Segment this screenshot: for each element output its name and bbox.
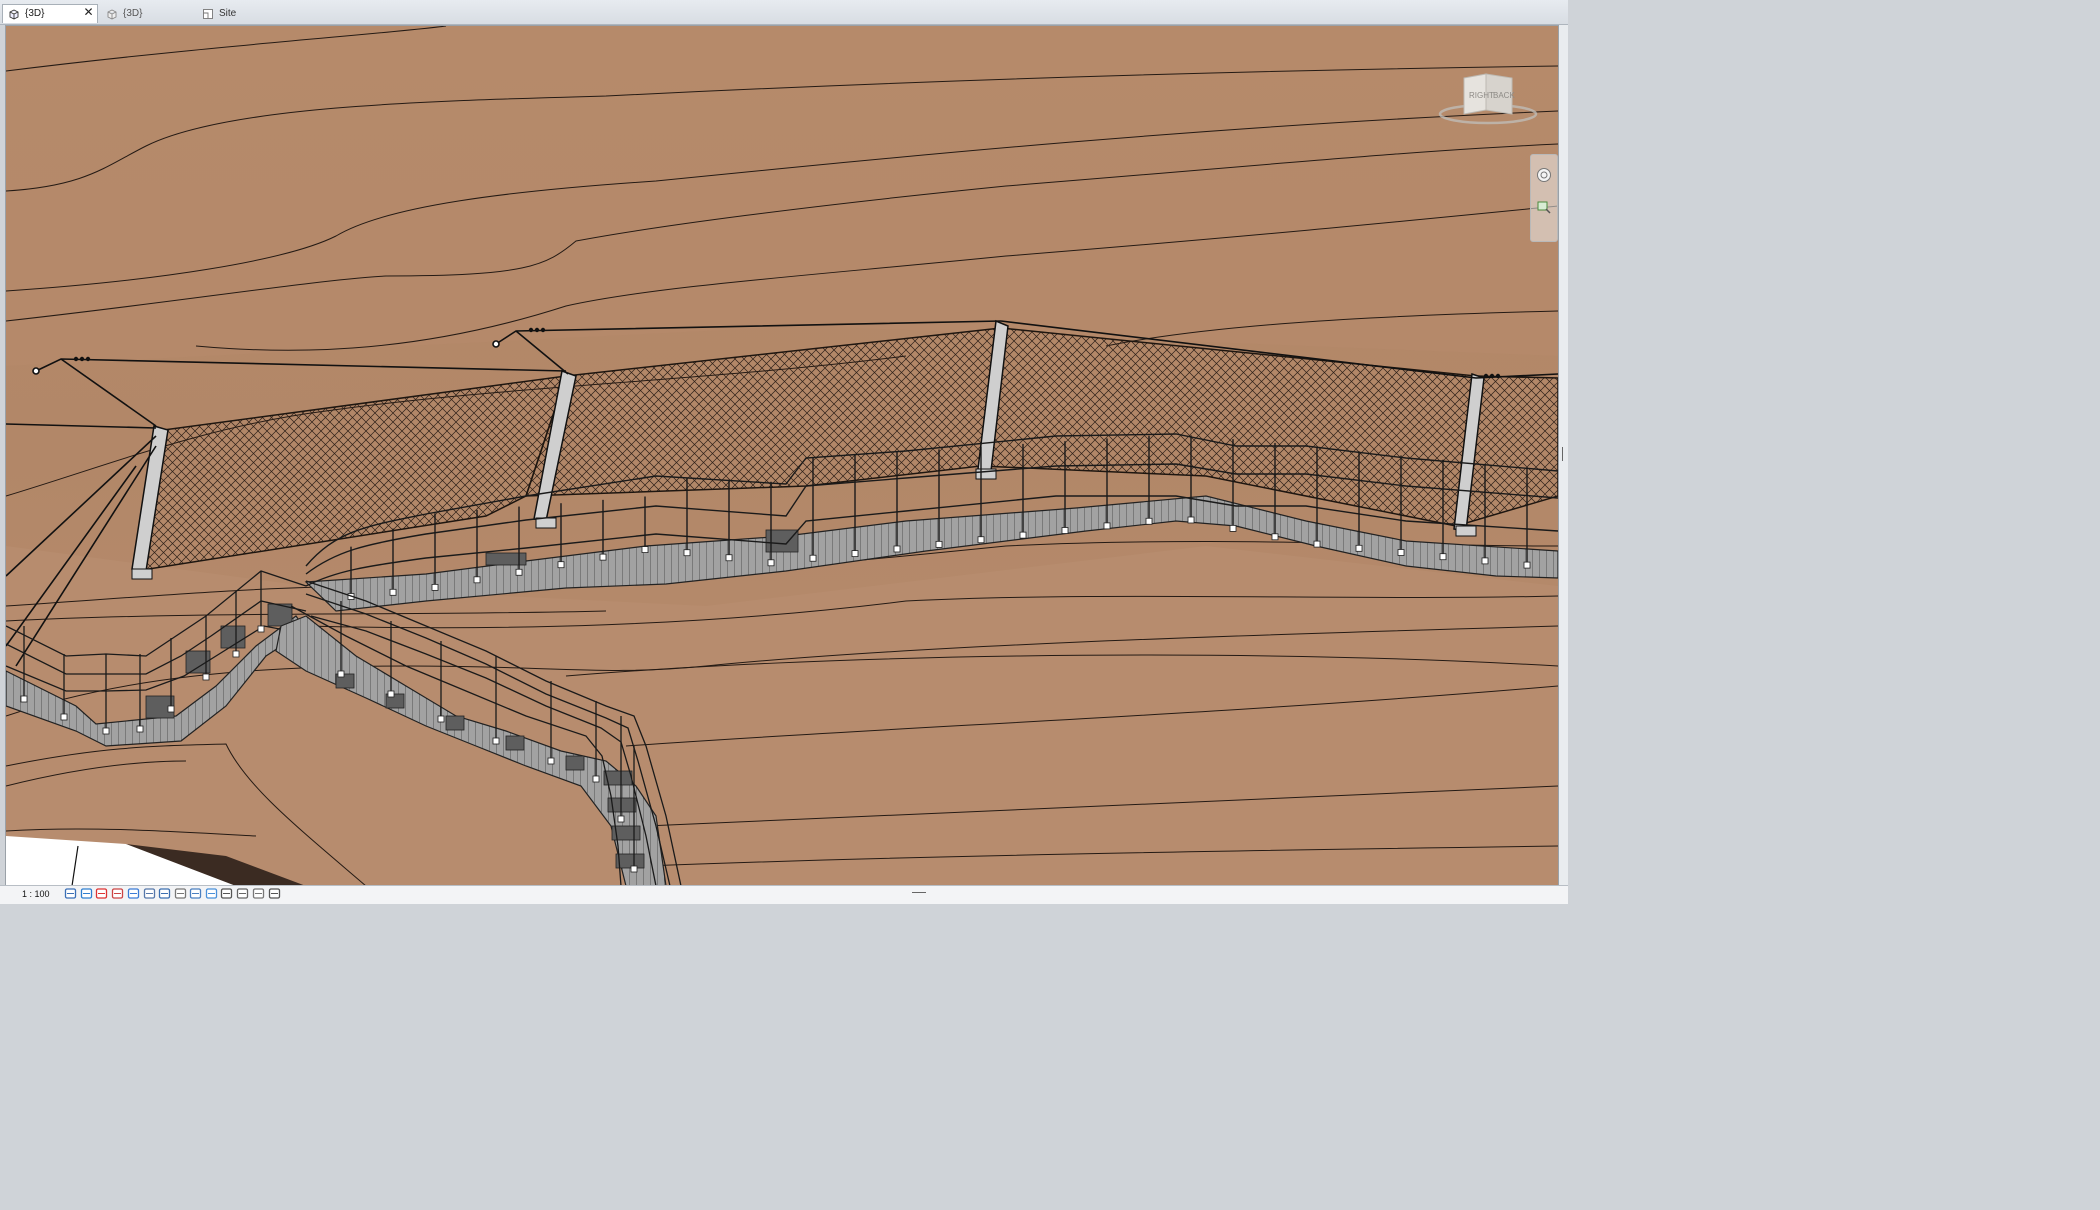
tab-3d-active[interactable]: {3D} ✕ — [2, 4, 98, 23]
post-base-plate — [167, 705, 175, 713]
reveal-hidden-icon[interactable] — [189, 887, 202, 900]
resize-grip[interactable] — [1562, 447, 1566, 461]
post-base-plate — [102, 727, 110, 735]
horizontal-grip[interactable] — [912, 892, 926, 894]
post-base-plate — [851, 550, 859, 558]
post-base-plate — [1061, 527, 1069, 534]
detail-level-icon[interactable] — [64, 887, 77, 900]
post-base-plate — [20, 695, 28, 703]
post-base-plate — [1187, 516, 1195, 524]
post-base-plate — [1313, 540, 1321, 548]
view-control-bar: 1 : 100 — [0, 885, 1568, 904]
post-base-plate — [1439, 553, 1447, 561]
post-base-plate — [387, 690, 395, 698]
post-base-plate — [767, 559, 775, 567]
post-base-plate — [617, 815, 625, 823]
3d-viewport[interactable]: RIGHT BACK — [5, 25, 1559, 887]
tab-3d[interactable]: {3D} — [100, 4, 196, 23]
post-base-plate — [1103, 522, 1111, 530]
tab-site[interactable]: Site — [196, 4, 292, 23]
terrain-scene — [6, 26, 1558, 886]
post-base-plate — [1271, 533, 1279, 541]
steering-wheel-icon[interactable] — [1536, 167, 1552, 183]
shadows-icon[interactable] — [111, 887, 124, 900]
post-base-plate — [547, 757, 555, 765]
post-base-plate — [1145, 517, 1153, 525]
post-base-plate — [725, 554, 733, 562]
post-base-plate — [389, 588, 397, 596]
zoom-region-icon[interactable] — [1536, 199, 1552, 215]
post-base-plate — [1229, 524, 1237, 532]
floor-plan-icon — [203, 9, 213, 19]
worksharing-icon[interactable] — [252, 887, 265, 900]
post-base-plate — [1397, 549, 1405, 556]
post-base-plate — [683, 549, 691, 557]
post-base-plate — [257, 625, 265, 633]
post-base-plate — [641, 546, 649, 553]
temporary-hide-icon[interactable] — [174, 887, 187, 900]
show-crop-region-icon[interactable] — [143, 887, 156, 900]
tab-label: Site — [219, 8, 237, 19]
post-base-plate — [977, 536, 985, 544]
post-base-plate — [1481, 557, 1489, 565]
view-scale[interactable]: 1 : 100 — [22, 889, 50, 899]
post-base-plate — [935, 540, 943, 548]
post-base-plate — [592, 775, 600, 783]
post-base-plate — [599, 553, 607, 561]
sun-path-icon[interactable] — [95, 887, 108, 900]
analytical-model-icon[interactable] — [205, 887, 218, 900]
visual-style-icon[interactable] — [80, 887, 93, 900]
viewcube-right-face[interactable]: RIGHT — [1469, 91, 1494, 100]
post-base-plate — [431, 583, 439, 591]
crop-view-icon[interactable] — [127, 887, 140, 900]
constraints-icon[interactable] — [268, 887, 281, 900]
view-tab-bar: {3D} ✕ {3D} Site — [0, 0, 1568, 25]
3d-view-icon — [107, 9, 117, 20]
post-base-plate — [136, 725, 144, 733]
post-base-plate — [437, 715, 445, 723]
post-base-plate — [232, 650, 240, 658]
post-base-plate — [630, 865, 638, 873]
post-base-plate — [60, 713, 68, 721]
post-base-plate — [1355, 544, 1363, 552]
navigation-bar — [1530, 154, 1558, 242]
post-base-plate — [557, 561, 565, 569]
post-base-plate — [492, 737, 500, 745]
post-base-plate — [1523, 561, 1531, 569]
right-panel-edge — [1559, 25, 1568, 885]
post-base-plate — [809, 554, 817, 562]
close-tab-icon[interactable]: ✕ — [83, 6, 94, 18]
viewcube[interactable]: RIGHT BACK — [1438, 70, 1538, 130]
post-base-plate — [202, 673, 210, 681]
post-base-plate — [893, 545, 901, 553]
post-base-plate — [337, 670, 345, 678]
highlight-displacement-icon[interactable] — [220, 887, 233, 900]
post-base-plate — [473, 576, 481, 584]
post-base-plate — [515, 568, 523, 576]
post-base-plate — [1019, 531, 1027, 539]
tab-label: {3D} — [25, 8, 45, 19]
3d-view-icon — [9, 9, 19, 20]
viewcube-back-face[interactable]: BACK — [1493, 91, 1515, 100]
tab-label: {3D} — [123, 8, 143, 19]
render-icon[interactable] — [236, 887, 249, 900]
unlock-3d-view-icon[interactable] — [158, 887, 171, 900]
